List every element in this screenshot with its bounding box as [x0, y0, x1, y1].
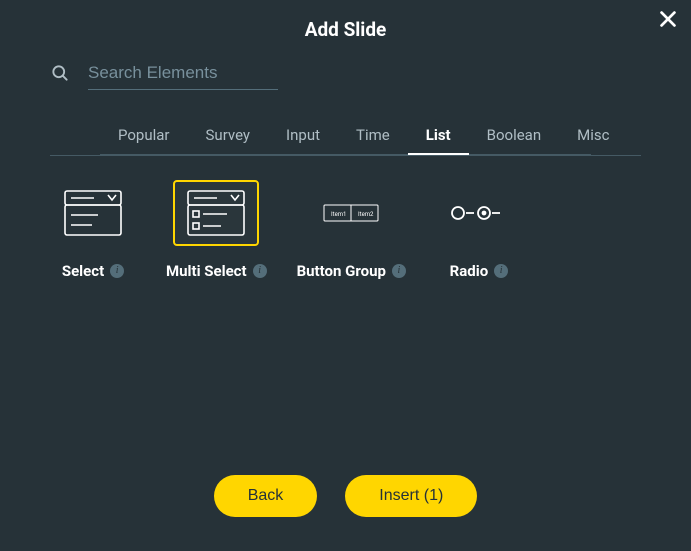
modal-title: Add Slide: [0, 18, 691, 41]
tab-survey[interactable]: Survey: [188, 118, 269, 154]
close-button[interactable]: [657, 8, 679, 34]
element-grid: Select i Multi Select i: [0, 156, 691, 465]
insert-button[interactable]: Insert (1): [345, 475, 477, 517]
tab-boolean[interactable]: Boolean: [469, 118, 560, 154]
tab-input[interactable]: Input: [268, 118, 338, 154]
svg-text:Item2: Item2: [358, 211, 374, 218]
multi-select-thumb-icon: [173, 180, 259, 246]
svg-text:Item1: Item1: [331, 211, 346, 218]
element-select[interactable]: Select i: [50, 180, 136, 280]
tab-misc[interactable]: Misc: [559, 118, 627, 154]
button-group-thumb-icon: Item1 Item2: [308, 180, 394, 246]
radio-thumb-icon: [436, 180, 522, 246]
info-icon[interactable]: i: [494, 264, 508, 278]
element-label: Radio: [450, 262, 489, 280]
search-row: [0, 59, 691, 90]
element-label: Select: [62, 262, 104, 280]
modal-footer: Back Insert (1): [0, 465, 691, 551]
info-icon[interactable]: i: [253, 264, 267, 278]
element-button-group[interactable]: Item1 Item2 Button Group i: [297, 180, 406, 280]
element-label: Multi Select: [166, 262, 247, 280]
close-icon: [657, 8, 679, 30]
search-input[interactable]: [88, 59, 278, 90]
tab-list[interactable]: List: [408, 118, 469, 154]
tabs: Popular Survey Input Time List Boolean M…: [50, 118, 641, 156]
element-radio[interactable]: Radio i: [436, 180, 522, 280]
add-slide-modal: Add Slide Popular Survey Input Time List…: [0, 0, 691, 551]
tab-popular[interactable]: Popular: [100, 118, 188, 154]
element-label: Button Group: [297, 262, 386, 280]
back-button[interactable]: Back: [214, 475, 318, 517]
search-icon: [50, 63, 70, 87]
info-icon[interactable]: i: [110, 264, 124, 278]
info-icon[interactable]: i: [392, 264, 406, 278]
select-thumb-icon: [50, 180, 136, 246]
tab-time[interactable]: Time: [338, 118, 408, 154]
element-multi-select[interactable]: Multi Select i: [166, 180, 267, 280]
